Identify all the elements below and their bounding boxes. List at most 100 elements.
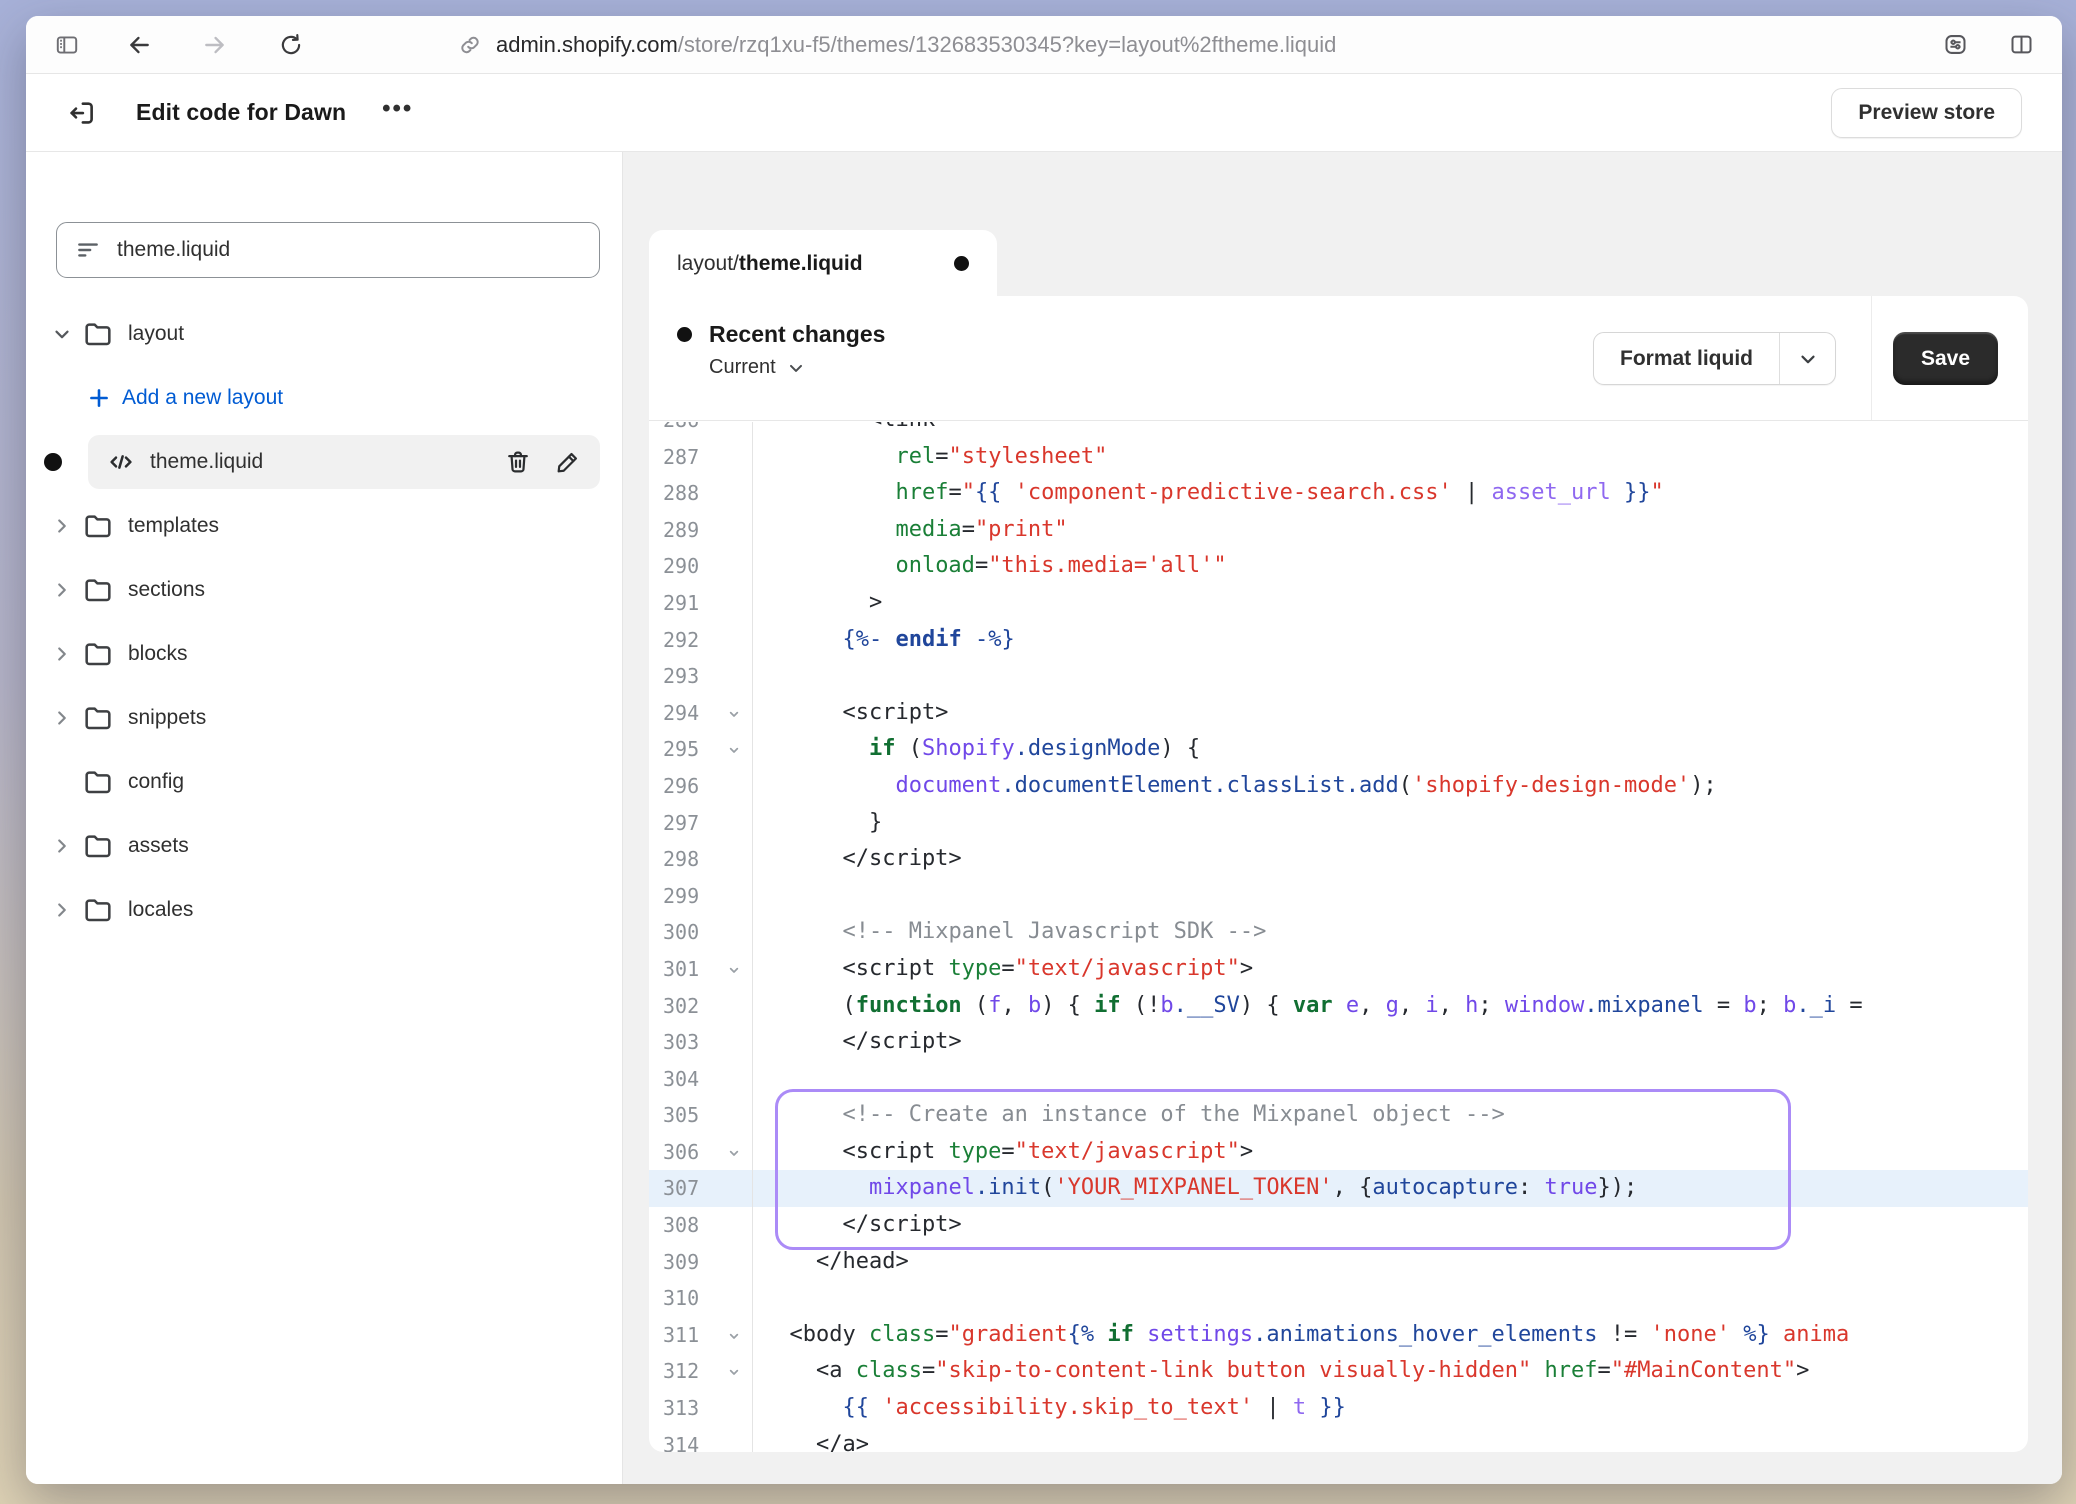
- code-line-295[interactable]: 295 if (Shopify.designMode) {: [649, 731, 2028, 768]
- tab-theme-liquid[interactable]: layout/theme.liquid: [649, 230, 997, 297]
- code-line-300[interactable]: 300 <!-- Mixpanel Javascript SDK -->: [649, 914, 2028, 951]
- folder-label: layout: [128, 322, 184, 346]
- sidebar-item-snippets[interactable]: snippets: [26, 686, 622, 750]
- chevron-right-icon: [50, 835, 74, 857]
- folder-icon: [82, 638, 114, 670]
- line-number: 312: [649, 1353, 753, 1390]
- code-line-294[interactable]: 294 <script>: [649, 695, 2028, 732]
- code-line-305[interactable]: 305 <!-- Create an instance of the Mixpa…: [649, 1097, 2028, 1134]
- address-bar[interactable]: admin.shopify.com/store/rzq1xu-f5/themes…: [458, 16, 1336, 73]
- code-text: <link: [753, 422, 935, 439]
- code-line-301[interactable]: 301 <script type="text/javascript">: [649, 951, 2028, 988]
- save-button[interactable]: Save: [1893, 332, 1998, 385]
- line-number: 288: [649, 475, 753, 512]
- code-editor[interactable]: 286 <link287 rel="stylesheet"288 href="{…: [649, 422, 2028, 1452]
- code-line-302[interactable]: 302 (function (f, b) { if (!b.__SV) { va…: [649, 988, 2028, 1025]
- add-new-layout-link[interactable]: Add a new layout: [26, 366, 622, 430]
- file-label: theme.liquid: [150, 450, 263, 474]
- folder-label: config: [128, 770, 184, 794]
- sidebar-item-templates[interactable]: templates: [26, 494, 622, 558]
- line-number: 302: [649, 988, 753, 1025]
- fold-chevron-icon[interactable]: [726, 953, 742, 990]
- code-line-292[interactable]: 292 {%- endif -%}: [649, 622, 2028, 659]
- chevron-down-icon: [786, 358, 806, 378]
- code-line-286[interactable]: 286 <link: [649, 422, 2028, 439]
- code-line-296[interactable]: 296 document.documentElement.classList.a…: [649, 768, 2028, 805]
- code-text: (function (f, b) { if (!b.__SV) { var e,…: [753, 988, 1863, 1025]
- sidebar-item-locales[interactable]: locales: [26, 878, 622, 942]
- line-number: 296: [649, 768, 753, 805]
- code-line-287[interactable]: 287 rel="stylesheet": [649, 439, 2028, 476]
- code-text: {{ 'accessibility.skip_to_text' | t }}: [753, 1390, 1346, 1427]
- code-line-304[interactable]: 304: [649, 1061, 2028, 1098]
- sidebar-item-sections[interactable]: sections: [26, 558, 622, 622]
- browser-reload-icon[interactable]: [276, 30, 306, 60]
- fold-chevron-icon[interactable]: [726, 697, 742, 734]
- code-line-289[interactable]: 289 media="print": [649, 512, 2028, 549]
- folder-label: blocks: [128, 642, 188, 666]
- code-line-288[interactable]: 288 href="{{ 'component-predictive-searc…: [649, 475, 2028, 512]
- code-text: if (Shopify.designMode) {: [753, 731, 1200, 768]
- format-liquid-button[interactable]: Format liquid: [1593, 332, 1836, 385]
- fold-chevron-icon[interactable]: [726, 1136, 742, 1173]
- code-line-306[interactable]: 306 <script type="text/javascript">: [649, 1134, 2028, 1171]
- fold-chevron-icon[interactable]: [726, 733, 742, 770]
- browser-forward-icon[interactable]: [200, 30, 230, 60]
- tab-overview-icon[interactable]: [2006, 30, 2036, 60]
- delete-file-icon[interactable]: [504, 448, 532, 476]
- code-line-310[interactable]: 310: [649, 1280, 2028, 1317]
- code-text: {%- endif -%}: [753, 622, 1015, 659]
- rename-file-icon[interactable]: [554, 448, 582, 476]
- folder-icon: [82, 510, 114, 542]
- sidebar-item-theme-liquid[interactable]: theme.liquid: [26, 430, 622, 494]
- code-line-298[interactable]: 298 </script>: [649, 841, 2028, 878]
- code-text: </script>: [753, 1024, 962, 1061]
- more-actions-button[interactable]: •••: [382, 104, 413, 122]
- code-line-312[interactable]: 312 <a class="skip-to-content-link butto…: [649, 1353, 2028, 1390]
- line-number: 309: [649, 1244, 753, 1281]
- sidebar-item-layout[interactable]: layout: [26, 302, 622, 366]
- code-line-303[interactable]: 303 </script>: [649, 1024, 2028, 1061]
- code-text: </a>: [753, 1427, 869, 1452]
- browser-back-icon[interactable]: [124, 30, 154, 60]
- code-text: <a class="skip-to-content-link button vi…: [753, 1353, 1809, 1390]
- code-line-314[interactable]: 314 </a>: [649, 1427, 2028, 1452]
- format-options-chevron[interactable]: [1779, 333, 1835, 384]
- fold-chevron-icon[interactable]: [726, 1319, 742, 1356]
- sidebar-item-config[interactable]: config: [26, 750, 622, 814]
- code-line-309[interactable]: 309 </head>: [649, 1244, 2028, 1281]
- line-number: 307: [649, 1170, 753, 1207]
- code-line-308[interactable]: 308 </script>: [649, 1207, 2028, 1244]
- code-line-293[interactable]: 293: [649, 658, 2028, 695]
- browser-sidebar-toggle-icon[interactable]: [52, 30, 82, 60]
- chevron-right-icon: [50, 643, 74, 665]
- code-line-307[interactable]: 307 mixpanel.init('YOUR_MIXPANEL_TOKEN',…: [649, 1170, 2028, 1207]
- plus-icon: [86, 385, 112, 411]
- code-text: </script>: [753, 841, 962, 878]
- sidebar-item-blocks[interactable]: blocks: [26, 622, 622, 686]
- selected-file-pill[interactable]: theme.liquid: [88, 435, 600, 489]
- sidebar-item-assets[interactable]: assets: [26, 814, 622, 878]
- exit-editor-icon[interactable]: [66, 98, 96, 128]
- file-search[interactable]: [56, 222, 600, 278]
- folder-label: snippets: [128, 706, 206, 730]
- line-number: 291: [649, 585, 753, 622]
- code-line-290[interactable]: 290 onload="this.media='all'": [649, 548, 2028, 585]
- search-input[interactable]: [117, 238, 581, 262]
- fold-chevron-icon[interactable]: [726, 1355, 742, 1392]
- page-settings-icon[interactable]: [1940, 30, 1970, 60]
- chevron-right-icon: [50, 899, 74, 921]
- browser-toolbar: admin.shopify.com/store/rzq1xu-f5/themes…: [26, 16, 2062, 74]
- code-line-313[interactable]: 313 {{ 'accessibility.skip_to_text' | t …: [649, 1390, 2028, 1427]
- chevron-down-icon: [50, 323, 74, 345]
- code-text: <script type="text/javascript">: [753, 951, 1253, 988]
- code-line-297[interactable]: 297 }: [649, 805, 2028, 842]
- tab-path-prefix: layout/: [677, 252, 739, 276]
- code-line-299[interactable]: 299: [649, 878, 2028, 915]
- code-line-291[interactable]: 291 >: [649, 585, 2028, 622]
- code-text: onload="this.media='all'": [753, 548, 1227, 585]
- action-label: Add a new layout: [122, 386, 283, 410]
- code-line-311[interactable]: 311 <body class="gradient{% if settings.…: [649, 1317, 2028, 1354]
- app-header: Edit code for Dawn ••• Preview store: [26, 74, 2062, 152]
- preview-store-button[interactable]: Preview store: [1831, 88, 2022, 138]
